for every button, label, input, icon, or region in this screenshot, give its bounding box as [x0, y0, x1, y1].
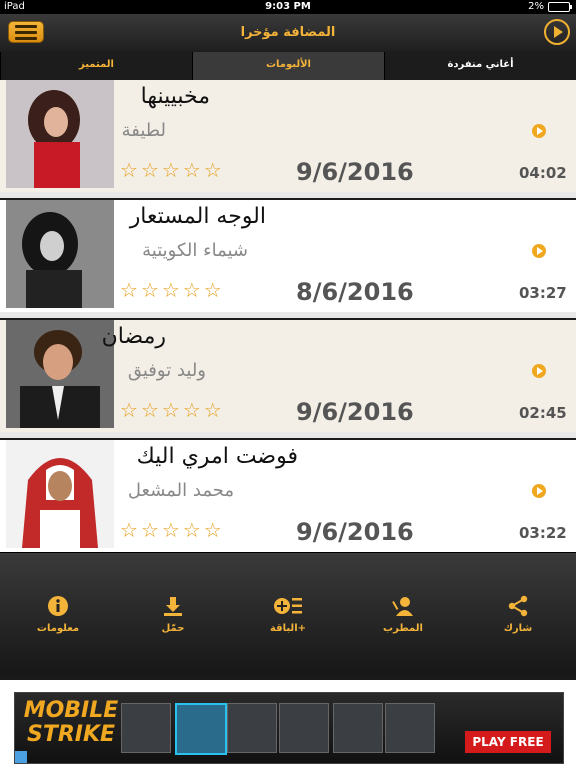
song-title: فوضت امري اليك: [136, 444, 298, 469]
now-playing-button[interactable]: [544, 19, 570, 45]
download-icon: [164, 597, 182, 616]
album-thumbnail: [6, 80, 114, 188]
artist-name: وليد توفيق: [127, 360, 206, 381]
ad-item-axe-icon: [227, 703, 277, 753]
artist-button[interactable]: المطرب: [363, 595, 443, 634]
download-label: حمّل: [161, 623, 185, 634]
artist-name: شيماء الكويتية: [142, 240, 248, 261]
advertisement-banner[interactable]: MOBILE STRIKE PLAY FREE: [14, 692, 564, 764]
artist-label: المطرب: [383, 623, 423, 634]
status-bar: iPad 9:03 PM 2%: [0, 0, 576, 14]
battery-icon: [548, 1, 572, 12]
ad-item-rifle-icon: [333, 703, 383, 753]
add-to-playlist-icon: [274, 598, 302, 614]
duration: 04:02: [519, 164, 567, 182]
tab-albums[interactable]: الألبومات: [192, 52, 384, 80]
song-title: الوجه المستعار: [129, 204, 266, 229]
release-date: 9/6/2016: [296, 518, 414, 546]
song-title: مخبيينها: [140, 84, 210, 109]
ad-item-helmet-icon: [385, 703, 435, 753]
artist-name: لطيفة: [121, 120, 166, 141]
info-button[interactable]: معلومات: [18, 595, 98, 634]
page-title: المضافة مؤخرا: [240, 25, 336, 40]
release-date: 8/6/2016: [296, 278, 414, 306]
ad-item-vest-icon: [279, 703, 329, 753]
tab-singles[interactable]: أغاني منفردة: [384, 52, 576, 80]
artist-name: محمد المشعل: [127, 480, 234, 501]
release-date: 9/6/2016: [296, 158, 414, 186]
battery-percent: 2%: [528, 1, 544, 12]
rating-stars[interactable]: ☆ ☆ ☆ ☆ ☆: [120, 400, 222, 420]
ad-brand-logo: MOBILE STRIKE: [23, 698, 119, 747]
share-button[interactable]: شارك: [478, 595, 558, 634]
duration: 03:27: [519, 284, 567, 302]
ad-info-icon[interactable]: [15, 751, 27, 763]
add-to-playlist-label: الباقة+: [269, 623, 307, 634]
release-date: 9/6/2016: [296, 398, 414, 426]
list-item[interactable]: فوضت امري اليك محمد المشعل ☆ ☆ ☆ ☆ ☆ 9/6/201…: [0, 440, 576, 558]
tab-bar: المتميز الألبومات أغاني منفردة: [0, 52, 576, 80]
ad-item-rocket-icon: [121, 703, 171, 753]
play-icon[interactable]: [532, 124, 546, 138]
navigation-bar: المضافة مؤخرا: [0, 14, 576, 53]
duration: 03:22: [519, 524, 567, 542]
rating-stars[interactable]: ☆ ☆ ☆ ☆ ☆: [120, 160, 222, 180]
album-thumbnail: [6, 440, 114, 548]
battery-indicator: 2%: [528, 1, 572, 12]
ad-play-free-button[interactable]: PLAY FREE: [465, 731, 551, 753]
add-to-playlist-button[interactable]: الباقة+: [248, 595, 328, 634]
play-icon[interactable]: [532, 364, 546, 378]
download-button[interactable]: حمّل: [133, 595, 213, 634]
info-icon: [48, 596, 68, 616]
play-icon[interactable]: [532, 244, 546, 258]
duration: 02:45: [519, 404, 567, 422]
share-label: شارك: [503, 623, 533, 634]
rating-stars[interactable]: ☆ ☆ ☆ ☆ ☆: [120, 520, 222, 540]
artist-icon: [392, 597, 413, 616]
album-thumbnail: [6, 200, 114, 308]
rating-stars[interactable]: ☆ ☆ ☆ ☆ ☆: [120, 280, 222, 300]
album-thumbnail: [6, 320, 114, 428]
ad-item-knife-icon: [175, 703, 227, 755]
action-toolbar: معلومات حمّل الباقة+ المطرب شارك: [0, 552, 576, 675]
play-icon[interactable]: [532, 484, 546, 498]
list-item[interactable]: رمضان وليد توفيق ☆ ☆ ☆ ☆ ☆ 9/6/2016 02:45: [0, 320, 576, 438]
tab-featured[interactable]: المتميز: [0, 52, 192, 80]
clock: 9:03 PM: [265, 1, 311, 12]
share-icon: [508, 595, 528, 617]
list-item[interactable]: الوجه المستعار شيماء الكويتية ☆ ☆ ☆ ☆ ☆ 8/6/…: [0, 200, 576, 318]
song-title: رمضان: [101, 324, 166, 349]
list-item[interactable]: مخبيينها لطيفة ☆ ☆ ☆ ☆ ☆ 9/6/2016 04:02: [0, 80, 576, 198]
info-label: معلومات: [36, 623, 80, 634]
